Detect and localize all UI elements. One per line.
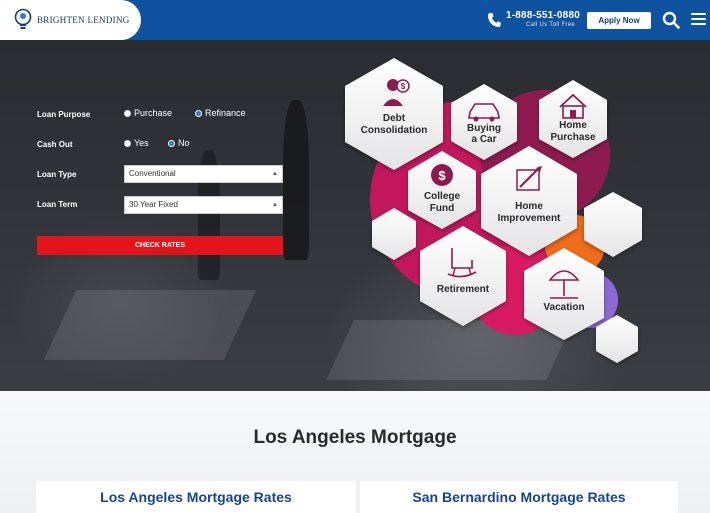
card-title[interactable]: Los Angeles Mortgage Rates	[36, 489, 356, 505]
site-header: Brighten Lending 1-888-551-0880 Call Us …	[0, 0, 710, 40]
hex-label: Fund	[430, 203, 454, 214]
svg-text:$: $	[438, 168, 446, 183]
hex-label: a Car	[471, 134, 496, 145]
card-los-angeles[interactable]: Los Angeles Mortgage Rates	[36, 481, 356, 513]
card-san-bernardino[interactable]: San Bernardino Mortgage Rates	[360, 481, 678, 513]
hex-label: Improvement	[498, 213, 561, 224]
hex-label: Retirement	[437, 284, 490, 295]
svg-text:$: $	[401, 82, 406, 91]
phone-icon	[488, 13, 501, 27]
hex-label: College	[424, 191, 461, 202]
hex-label: Purchase	[550, 132, 595, 143]
hex-label: Home	[559, 120, 587, 131]
dollar-coin-icon: $	[431, 164, 453, 186]
hex-label: Buying	[467, 123, 501, 134]
section-title: Los Angeles Mortgage	[253, 427, 457, 448]
phone-number[interactable]: 1-888-551-0880	[506, 10, 580, 21]
apply-now-button[interactable]: Apply Now	[587, 12, 651, 29]
logo[interactable]: Brighten Lending	[0, 0, 141, 40]
hex-label: Debt	[383, 113, 406, 124]
hamburger-menu-icon[interactable]	[691, 13, 706, 27]
loan-options-graphic: $ Debt Consolidation Buying a Car Home P…	[345, 58, 642, 363]
phone-caption: Call Us Toll Free	[526, 22, 576, 28]
hex-label: Consolidation	[361, 125, 428, 136]
hero-banner: Loan Purpose Purchase Refinance Cash Out…	[0, 40, 710, 391]
card-title[interactable]: San Bernardino Mortgage Rates	[360, 489, 678, 505]
lightbulb-logo-icon	[14, 8, 32, 29]
city-section: Los Angeles Mortgage Los Angeles Mortgag…	[0, 391, 710, 513]
logo-text: Brighten Lending	[37, 15, 130, 25]
hex-label: Vacation	[543, 302, 584, 313]
search-icon[interactable]	[662, 11, 680, 29]
hex-label: Home	[515, 201, 543, 212]
